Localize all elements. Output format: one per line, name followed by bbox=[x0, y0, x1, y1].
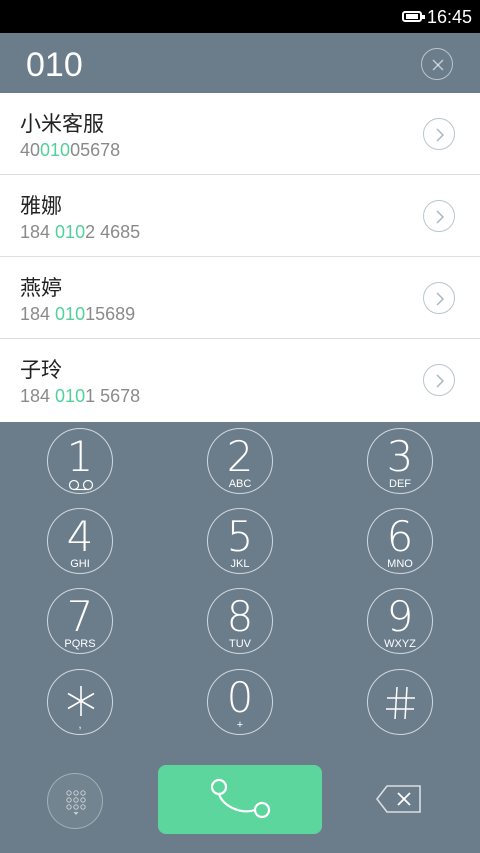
number-suffix: 05678 bbox=[70, 140, 121, 160]
key-letters: GHI bbox=[70, 558, 90, 570]
phone-icon bbox=[210, 778, 271, 819]
key-letters: MNO bbox=[387, 558, 413, 570]
contact-number: 184 0101 5678 bbox=[20, 385, 140, 407]
key-5[interactable]: 5 JKL bbox=[207, 508, 273, 574]
backspace-button[interactable] bbox=[374, 783, 424, 815]
search-results-list: 小米客服 4001005678 雅娜 184 0102 4685 燕婷 184 … bbox=[0, 93, 480, 422]
key-letters: + bbox=[236, 719, 244, 731]
number-match: 010 bbox=[55, 222, 86, 242]
key-8[interactable]: 8 TUV bbox=[207, 588, 273, 654]
contact-detail-button[interactable] bbox=[423, 364, 455, 396]
contact-detail-button[interactable] bbox=[423, 200, 455, 232]
chevron-right-icon bbox=[436, 210, 445, 224]
dialpad-icon bbox=[66, 790, 86, 815]
call-button[interactable] bbox=[158, 765, 322, 834]
key-letters: , bbox=[78, 719, 82, 731]
contact-name: 子玲 bbox=[20, 358, 62, 382]
key-digit: 2 bbox=[226, 432, 254, 481]
hash-icon bbox=[386, 686, 415, 720]
contact-name: 雅娜 bbox=[20, 194, 62, 218]
key-digit: 0 bbox=[226, 673, 254, 722]
key-digit: 9 bbox=[386, 592, 414, 641]
key-3[interactable]: 3 DEF bbox=[367, 428, 433, 494]
dialed-number: 010 bbox=[26, 46, 83, 84]
key-letters: JKL bbox=[230, 558, 250, 570]
number-suffix: 2 4685 bbox=[85, 222, 141, 242]
chevron-right-icon bbox=[436, 374, 445, 388]
key-7[interactable]: 7 PQRS bbox=[47, 588, 113, 654]
dialpad-toggle-button[interactable] bbox=[47, 773, 103, 829]
chevron-right-icon bbox=[436, 292, 445, 306]
chevron-right-icon bbox=[436, 128, 445, 142]
key-digit: 6 bbox=[386, 512, 414, 561]
contact-number: 184 01015689 bbox=[20, 303, 135, 325]
key-letters: ABC bbox=[228, 478, 252, 490]
key-letters: PQRS bbox=[64, 638, 96, 650]
number-prefix: 40 bbox=[20, 140, 41, 160]
number-match: 010 bbox=[40, 140, 71, 160]
contact-detail-button[interactable] bbox=[423, 118, 455, 150]
result-row[interactable]: 燕婷 184 01015689 bbox=[0, 257, 480, 339]
number-prefix: 184 bbox=[20, 222, 56, 242]
key-digit: 8 bbox=[226, 592, 254, 641]
key-digit: 5 bbox=[226, 512, 254, 561]
key-star[interactable]: , bbox=[47, 669, 113, 735]
status-clock: 16:45 bbox=[426, 7, 472, 27]
status-bar: 16:45 bbox=[0, 0, 480, 33]
number-match: 010 bbox=[55, 304, 86, 324]
number-suffix: 1 5678 bbox=[85, 386, 141, 406]
result-row[interactable]: 小米客服 4001005678 bbox=[0, 93, 480, 175]
key-letters: TUV bbox=[229, 638, 251, 650]
key-9[interactable]: 9 WXYZ bbox=[367, 588, 433, 654]
key-digit: 1 bbox=[66, 432, 94, 481]
contact-name: 小米客服 bbox=[20, 112, 104, 136]
key-2[interactable]: 2 ABC bbox=[207, 428, 273, 494]
number-prefix: 184 bbox=[20, 386, 56, 406]
result-row[interactable]: 雅娜 184 0102 4685 bbox=[0, 175, 480, 257]
key-6[interactable]: 6 MNO bbox=[367, 508, 433, 574]
contact-number: 184 0102 4685 bbox=[20, 221, 140, 243]
key-digit: 4 bbox=[66, 512, 94, 561]
key-0[interactable]: 0 + bbox=[207, 669, 273, 735]
dial-header: 010 bbox=[0, 33, 480, 93]
key-digit: 3 bbox=[386, 432, 414, 481]
result-row[interactable]: 子玲 184 0101 5678 bbox=[0, 339, 480, 421]
dialer-action-bar bbox=[0, 765, 480, 835]
key-hash[interactable] bbox=[367, 669, 433, 735]
clear-button[interactable] bbox=[421, 48, 453, 80]
number-match: 010 bbox=[55, 386, 86, 406]
key-letters: DEF bbox=[389, 478, 411, 490]
contact-detail-button[interactable] bbox=[423, 282, 455, 314]
backspace-icon bbox=[375, 785, 421, 813]
contact-name: 燕婷 bbox=[20, 276, 62, 300]
close-icon bbox=[432, 59, 444, 71]
key-letters: WXYZ bbox=[384, 638, 416, 650]
key-4[interactable]: 4 GHI bbox=[47, 508, 113, 574]
voicemail-icon bbox=[68, 479, 94, 491]
key-1[interactable]: 1 bbox=[47, 428, 113, 494]
contact-number: 4001005678 bbox=[20, 139, 120, 161]
number-prefix: 184 bbox=[20, 304, 56, 324]
number-suffix: 15689 bbox=[85, 304, 136, 324]
key-digit: 7 bbox=[66, 592, 94, 641]
battery-full-icon bbox=[402, 11, 425, 22]
